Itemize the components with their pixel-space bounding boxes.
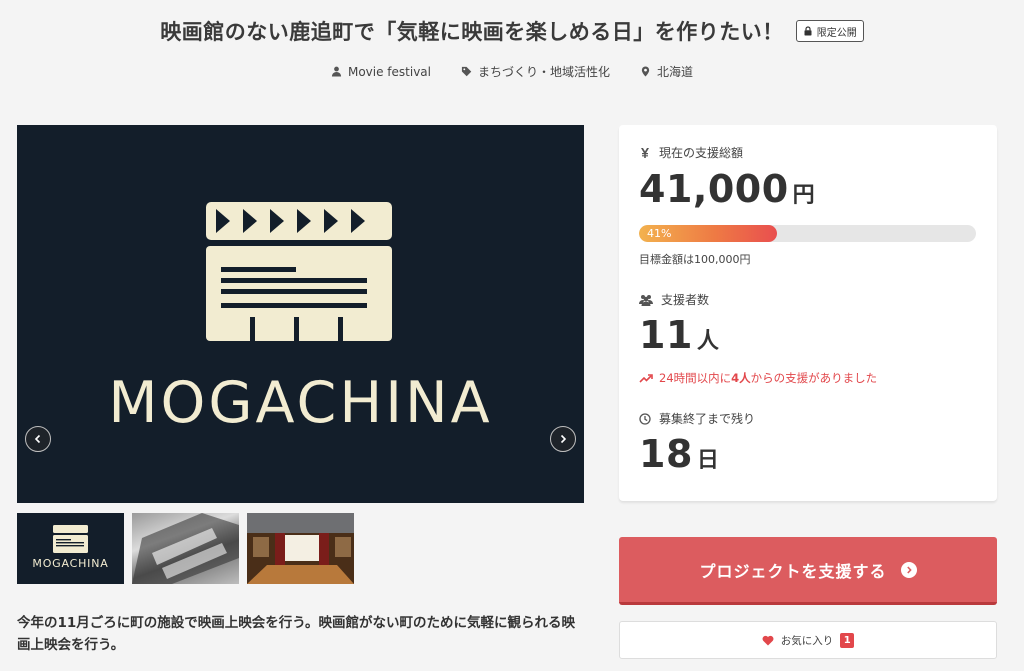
badge-label: 限定公開 bbox=[816, 27, 857, 39]
thumbnail-strip: MOGACHINA bbox=[17, 513, 354, 584]
arrow-right-circle-icon bbox=[900, 561, 917, 578]
owner-name: Movie festival bbox=[347, 64, 431, 79]
thumb-stage-photo bbox=[247, 513, 354, 584]
support-button-label: プロジェクトを支援する bbox=[699, 561, 887, 581]
supporters-count-unit: 人 bbox=[696, 329, 720, 354]
thumb-clapper-photo bbox=[132, 513, 239, 584]
recent-suffix: からの支援がありました bbox=[750, 371, 878, 385]
thumb-clapperboard bbox=[53, 525, 88, 553]
hero-image: MOGACHINA bbox=[17, 125, 584, 503]
chevron-left-icon bbox=[34, 434, 41, 444]
thumbnail-2[interactable] bbox=[132, 513, 239, 584]
yen-icon bbox=[641, 147, 649, 158]
tag-icon bbox=[461, 66, 472, 77]
location-link[interactable]: 北海道 bbox=[640, 63, 693, 80]
prev-slide-button[interactable] bbox=[25, 426, 51, 452]
total-amount: 41,000 円 bbox=[639, 167, 815, 211]
days-remaining: 18 日 bbox=[639, 432, 719, 476]
location-name: 北海道 bbox=[657, 65, 694, 79]
support-project-button[interactable]: プロジェクトを支援する bbox=[619, 537, 997, 605]
map-pin-icon bbox=[641, 66, 650, 77]
project-meta: Movie festival まちづくり・地域活性化 北海道 bbox=[0, 63, 1024, 80]
user-icon bbox=[331, 66, 342, 77]
hero-logo-text: MOGACHINA bbox=[108, 370, 493, 436]
next-slide-button[interactable] bbox=[550, 426, 576, 452]
favorite-button[interactable]: お気に入り 1 bbox=[619, 621, 997, 659]
clapperboard-logo bbox=[206, 202, 392, 341]
supporters-label-row: 支援者数 bbox=[639, 291, 709, 308]
chevron-right-icon bbox=[560, 434, 567, 444]
total-label-row: 現在の支援総額 bbox=[639, 144, 743, 161]
total-amount-unit: 円 bbox=[792, 183, 816, 208]
title-row: 映画館のない鹿追町で「気軽に映画を楽しめる日」を作りたい！ 限定公開 bbox=[0, 16, 1024, 46]
funding-progress-bar: 41% bbox=[639, 225, 976, 242]
category-name: まちづくり・地域活性化 bbox=[477, 65, 610, 79]
total-label: 現在の支援総額 bbox=[659, 146, 744, 160]
days-remaining-value: 18 bbox=[639, 432, 693, 476]
total-amount-value: 41,000 bbox=[639, 167, 789, 211]
category-link[interactable]: まちづくり・地域活性化 bbox=[461, 63, 610, 80]
supporters-count: 11 人 bbox=[639, 313, 719, 357]
recent-count: 4人 bbox=[731, 371, 751, 385]
recent-prefix: 24時間以内に bbox=[659, 371, 732, 385]
remaining-label: 募集終了まで残り bbox=[659, 412, 756, 426]
supporters-label: 支援者数 bbox=[661, 293, 710, 307]
lock-icon bbox=[804, 26, 812, 36]
heart-icon bbox=[762, 635, 774, 645]
funding-stats-panel: 現在の支援総額 41,000 円 41% 目標金額は100,000円 支援者数 1… bbox=[619, 125, 997, 501]
page-title: 映画館のない鹿追町で「気軽に映画を楽しめる日」を作りたい！ bbox=[160, 20, 784, 44]
favorite-label: お気に入り bbox=[780, 634, 834, 647]
trending-up-icon bbox=[639, 374, 653, 383]
progress-fill: 41% bbox=[639, 225, 778, 242]
thumbnail-1[interactable]: MOGACHINA bbox=[17, 513, 124, 584]
clock-icon bbox=[639, 412, 651, 425]
thumbnail-3[interactable] bbox=[247, 513, 354, 584]
users-icon bbox=[639, 294, 653, 306]
project-summary: 今年の11月ごろに町の施設で映画上映会を行う。映画館がない町のために気軽に観られ… bbox=[17, 615, 575, 653]
owner-link[interactable]: Movie festival bbox=[331, 63, 431, 80]
supporters-count-value: 11 bbox=[639, 313, 693, 357]
days-remaining-unit: 日 bbox=[696, 448, 720, 473]
thumb-logo-text: MOGACHINA bbox=[32, 557, 109, 570]
remaining-label-row: 募集終了まで残り bbox=[639, 410, 755, 427]
limited-badge: 限定公開 bbox=[795, 20, 864, 42]
recent-support-notice: 24時間以内に4人からの支援がありました bbox=[639, 370, 877, 386]
goal-amount: 目標金額は100,000円 bbox=[639, 253, 751, 266]
favorite-count-badge: 1 bbox=[840, 632, 855, 648]
